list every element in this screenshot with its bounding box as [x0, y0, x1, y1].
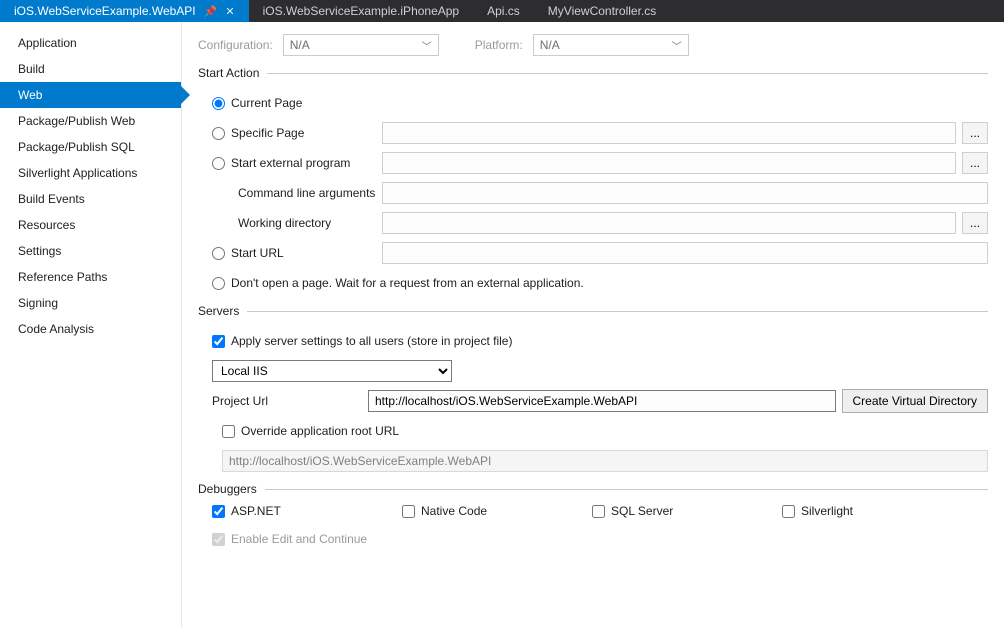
tabbar: iOS.WebServiceExample.WebAPI 📌 ✕ iOS.Web… — [0, 0, 1004, 22]
sidebar-item-signing[interactable]: Signing — [0, 290, 181, 316]
sidebar-item-package-web[interactable]: Package/Publish Web — [0, 108, 181, 134]
label-native-code: Native Code — [421, 504, 487, 518]
section-start-action: Start Action — [198, 66, 988, 80]
label-working-dir: Working directory — [238, 216, 331, 230]
label-dont-open: Don't open a page. Wait for a request fr… — [231, 276, 584, 290]
label-apply-settings: Apply server settings to all users (stor… — [231, 334, 512, 348]
tab-label: Api.cs — [487, 4, 520, 18]
label-cmd-args: Command line arguments — [238, 186, 375, 200]
input-specific-page[interactable] — [382, 122, 956, 144]
radio-dont-open[interactable] — [212, 277, 225, 290]
sidebar-item-silverlight-apps[interactable]: Silverlight Applications — [0, 160, 181, 186]
check-native-code[interactable] — [402, 505, 415, 518]
radio-start-url[interactable] — [212, 247, 225, 260]
browse-external-program-button[interactable]: ... — [962, 152, 988, 174]
label-specific-page: Specific Page — [231, 126, 304, 140]
platform-select[interactable]: N/A ﹀ — [533, 34, 689, 56]
input-project-url[interactable] — [368, 390, 836, 412]
tab-myviewcontroller-cs[interactable]: MyViewController.cs — [534, 0, 670, 22]
input-start-external[interactable] — [382, 152, 956, 174]
check-override-root[interactable] — [222, 425, 235, 438]
check-apply-settings[interactable] — [212, 335, 225, 348]
tab-webapi[interactable]: iOS.WebServiceExample.WebAPI 📌 ✕ — [0, 0, 249, 22]
check-silverlight[interactable] — [782, 505, 795, 518]
label-sql-server: SQL Server — [611, 504, 673, 518]
check-sql-server[interactable] — [592, 505, 605, 518]
label-silverlight: Silverlight — [801, 504, 853, 518]
tab-label: MyViewController.cs — [548, 4, 656, 18]
sidebar-item-reference-paths[interactable]: Reference Paths — [0, 264, 181, 290]
label-start-external: Start external program — [231, 156, 350, 170]
configuration-label: Configuration: — [198, 38, 273, 52]
platform-label: Platform: — [475, 38, 523, 52]
sidebar-item-build[interactable]: Build — [0, 56, 181, 82]
radio-specific-page[interactable] — [212, 127, 225, 140]
tab-label: iOS.WebServiceExample.WebAPI — [14, 4, 196, 18]
radio-current-page[interactable] — [212, 97, 225, 110]
sidebar-item-package-sql[interactable]: Package/Publish SQL — [0, 134, 181, 160]
tab-iphoneapp[interactable]: iOS.WebServiceExample.iPhoneApp — [249, 0, 474, 22]
check-aspnet[interactable] — [212, 505, 225, 518]
sidebar: Application Build Web Package/Publish We… — [0, 22, 182, 627]
tab-api-cs[interactable]: Api.cs — [473, 0, 534, 22]
chevron-down-icon: ﹀ — [422, 38, 432, 53]
sidebar-item-web[interactable]: Web — [0, 82, 181, 108]
input-cmd-args[interactable] — [382, 182, 988, 204]
chevron-down-icon: ﹀ — [672, 38, 682, 53]
input-working-dir[interactable] — [382, 212, 956, 234]
sidebar-item-resources[interactable]: Resources — [0, 212, 181, 238]
main-panel: Configuration: N/A ﹀ Platform: N/A ﹀ Sta… — [182, 22, 1004, 627]
label-project-url: Project Url — [212, 394, 268, 408]
input-start-url[interactable] — [382, 242, 988, 264]
radio-start-external[interactable] — [212, 157, 225, 170]
browse-working-dir-button[interactable]: ... — [962, 212, 988, 234]
section-debuggers: Debuggers — [198, 482, 988, 496]
server-type-select[interactable]: Local IIS — [212, 360, 452, 382]
configuration-select[interactable]: N/A ﹀ — [283, 34, 439, 56]
sidebar-item-settings[interactable]: Settings — [0, 238, 181, 264]
sidebar-item-code-analysis[interactable]: Code Analysis — [0, 316, 181, 342]
label-current-page: Current Page — [231, 96, 302, 110]
tab-label: iOS.WebServiceExample.iPhoneApp — [263, 4, 460, 18]
browse-specific-page-button[interactable]: ... — [962, 122, 988, 144]
sidebar-item-build-events[interactable]: Build Events — [0, 186, 181, 212]
section-servers: Servers — [198, 304, 988, 318]
check-enable-edit-continue — [212, 533, 225, 546]
label-aspnet: ASP.NET — [231, 504, 281, 518]
sidebar-item-application[interactable]: Application — [0, 30, 181, 56]
close-icon[interactable]: ✕ — [225, 5, 234, 18]
pin-icon[interactable]: 📌 — [204, 5, 218, 18]
label-start-url: Start URL — [231, 246, 284, 260]
create-virtual-directory-button[interactable]: Create Virtual Directory — [842, 389, 989, 413]
input-override-root — [222, 450, 988, 472]
label-override-root: Override application root URL — [241, 424, 399, 438]
label-enable-edit-continue: Enable Edit and Continue — [231, 532, 367, 546]
